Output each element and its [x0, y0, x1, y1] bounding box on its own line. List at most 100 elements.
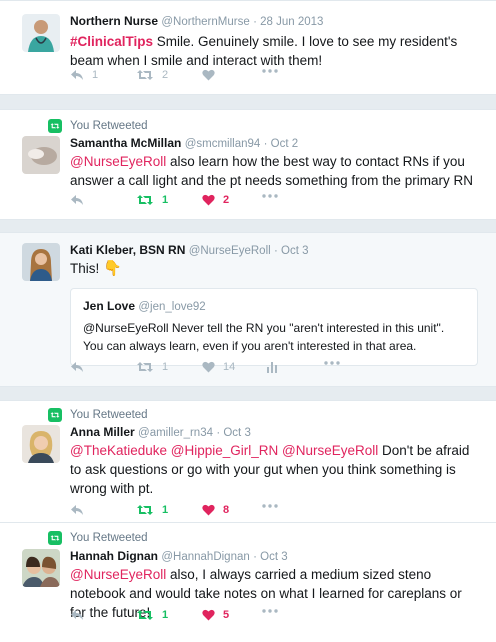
- retweet-button[interactable]: 1: [136, 504, 168, 516]
- handle[interactable]: @HannahDignan: [161, 551, 249, 563]
- reply-button[interactable]: [70, 504, 92, 516]
- more-button[interactable]: [262, 194, 278, 198]
- retweeted-label: You Retweeted: [70, 120, 148, 132]
- reply-icon: [71, 70, 83, 80]
- mention-link[interactable]: @NurseEyeRoll: [70, 154, 166, 169]
- heart-icon: [202, 69, 215, 81]
- retweet-icon: [137, 610, 153, 620]
- retweet-icon: [137, 505, 153, 515]
- more-icon: [262, 194, 278, 198]
- tweet-card[interactable]: You Retweeted Hannah Dignan @HannahDigna…: [0, 522, 496, 642]
- timestamp[interactable]: · Oct 3: [274, 245, 309, 257]
- timestamp[interactable]: · Oct 3: [216, 427, 251, 439]
- heart-icon: [202, 504, 215, 516]
- timestamp[interactable]: · Oct 3: [253, 551, 288, 563]
- tweet-header: Samantha McMillan @smcmillan94 · Oct 2: [70, 136, 298, 150]
- retweet-count: 1: [162, 504, 169, 516]
- more-icon: [262, 504, 278, 508]
- retweet-button[interactable]: 1: [136, 194, 168, 206]
- heart-icon: [202, 361, 215, 373]
- tweet-header: Anna Miller @amiller_rn34 · Oct 3: [70, 425, 251, 439]
- reply-button[interactable]: 1: [70, 69, 98, 81]
- like-count: 14: [223, 361, 236, 373]
- hashtag-link[interactable]: #ClinicalTips: [70, 34, 153, 49]
- retweeted-indicator: You Retweeted: [48, 408, 148, 422]
- retweet-count: 2: [162, 69, 169, 81]
- more-button[interactable]: [262, 69, 278, 73]
- pointing-down-emoji: 👇: [103, 260, 122, 277]
- timestamp[interactable]: · Oct 2: [264, 138, 299, 150]
- avatar[interactable]: [22, 14, 60, 52]
- like-button[interactable]: 5: [202, 609, 229, 621]
- retweet-button[interactable]: 1: [136, 361, 168, 373]
- heart-icon: [202, 194, 215, 206]
- like-button[interactable]: 8: [202, 504, 229, 516]
- tweet-card[interactable]: Kati Kleber, BSN RN @NurseEyeRoll · Oct …: [0, 232, 496, 387]
- more-button[interactable]: [262, 609, 278, 613]
- retweeted-indicator: You Retweeted: [48, 119, 148, 133]
- tweet-text: @NurseEyeRoll also learn how the best wa…: [70, 152, 480, 190]
- reply-icon: [71, 610, 83, 620]
- tweet-body: This!: [70, 261, 100, 276]
- handle[interactable]: @NorthernMurse: [161, 16, 249, 28]
- like-button[interactable]: [202, 69, 223, 81]
- more-icon: [324, 361, 340, 365]
- display-name[interactable]: Northern Nurse: [70, 14, 158, 28]
- like-button[interactable]: 2: [202, 194, 229, 206]
- display-name[interactable]: Kati Kleber, BSN RN: [70, 243, 185, 257]
- analytics-button[interactable]: [266, 361, 278, 373]
- retweeted-label: You Retweeted: [70, 409, 148, 421]
- tweet-text: @TheKatieduke @Hippie_Girl_RN @NurseEyeR…: [70, 441, 480, 498]
- reply-button[interactable]: [70, 361, 92, 373]
- tweet-card[interactable]: You Retweeted Samantha McMillan @smcmill…: [0, 109, 496, 220]
- reply-button[interactable]: [70, 609, 92, 621]
- mention-link[interactable]: @NurseEyeRoll: [70, 567, 166, 582]
- mention-link[interactable]: @TheKatieduke @Hippie_Girl_RN @NurseEyeR…: [70, 443, 378, 458]
- display-name[interactable]: Anna Miller: [70, 425, 135, 439]
- retweet-icon: [48, 531, 62, 545]
- retweet-icon: [137, 195, 153, 205]
- reply-count: 1: [92, 69, 99, 81]
- more-button[interactable]: [324, 361, 340, 365]
- quoted-handle: @jen_love92: [138, 301, 206, 313]
- like-count: 2: [223, 194, 230, 206]
- tweet-header: Northern Nurse @NorthernMurse · 28 Jun 2…: [70, 14, 323, 28]
- retweet-count: 1: [162, 609, 169, 621]
- reply-icon: [71, 505, 83, 515]
- handle[interactable]: @NurseEyeRoll: [189, 245, 271, 257]
- retweet-count: 1: [162, 194, 169, 206]
- tweet-header: Hannah Dignan @HannahDignan · Oct 3: [70, 549, 288, 563]
- retweeted-label: You Retweeted: [70, 532, 148, 544]
- avatar[interactable]: [22, 549, 60, 587]
- retweet-icon: [137, 362, 153, 372]
- quoted-tweet[interactable]: Jen Love @jen_love92 @NurseEyeRoll Never…: [70, 288, 478, 366]
- retweeted-indicator: You Retweeted: [48, 531, 148, 545]
- quoted-tweet-header: Jen Love @jen_love92: [83, 299, 465, 313]
- tweet-text: @NurseEyeRoll also, I always carried a m…: [70, 565, 480, 622]
- avatar[interactable]: [22, 136, 60, 174]
- handle[interactable]: @smcmillan94: [185, 138, 261, 150]
- retweet-button[interactable]: 2: [136, 69, 168, 81]
- reply-icon: [71, 195, 83, 205]
- like-count: 5: [223, 609, 230, 621]
- like-count: 8: [223, 504, 230, 516]
- retweet-icon: [48, 119, 62, 133]
- like-button[interactable]: 14: [202, 361, 235, 373]
- reply-button[interactable]: [70, 194, 92, 206]
- avatar[interactable]: [22, 243, 60, 281]
- handle[interactable]: @amiller_rn34: [138, 427, 213, 439]
- more-icon: [262, 609, 278, 613]
- retweet-button[interactable]: 1: [136, 609, 168, 621]
- more-button[interactable]: [262, 504, 278, 508]
- more-icon: [262, 69, 278, 73]
- avatar[interactable]: [22, 425, 60, 463]
- timestamp[interactable]: · 28 Jun 2013: [253, 16, 323, 28]
- tweet-card[interactable]: Northern Nurse @NorthernMurse · 28 Jun 2…: [0, 0, 496, 95]
- display-name[interactable]: Hannah Dignan: [70, 549, 158, 563]
- tweet-card[interactable]: You Retweeted Anna Miller @amiller_rn34 …: [0, 400, 496, 523]
- display-name[interactable]: Samantha McMillan: [70, 136, 181, 150]
- heart-icon: [202, 609, 215, 621]
- reply-icon: [71, 362, 83, 372]
- quoted-tweet-text: @NurseEyeRoll Never tell the RN you "are…: [83, 321, 445, 353]
- tweet-text: This! 👇: [70, 259, 480, 278]
